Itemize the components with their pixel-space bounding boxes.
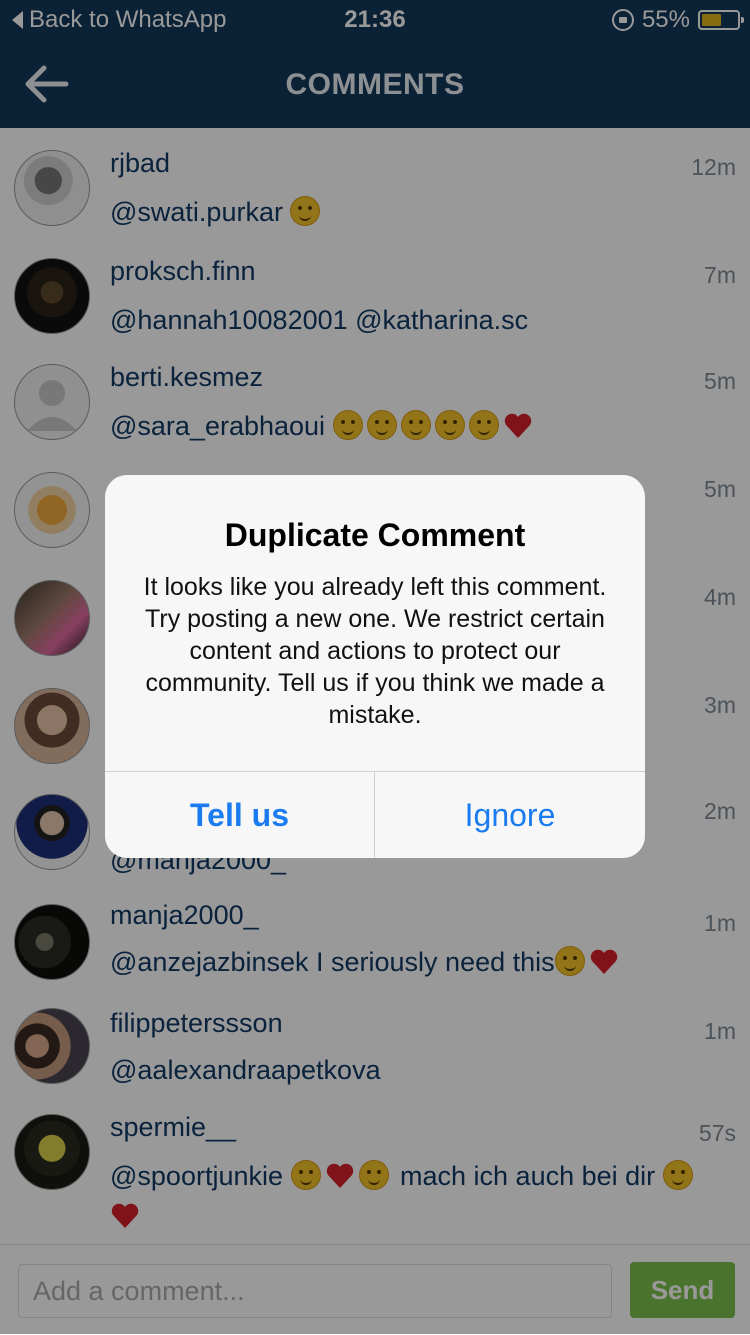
tell-us-button[interactable]: Tell us <box>105 772 374 858</box>
dialog-title: Duplicate Comment <box>224 517 526 553</box>
dialog-message: It looks like you already left this comm… <box>143 573 607 729</box>
ignore-button[interactable]: Ignore <box>375 772 645 858</box>
duplicate-comment-dialog: Duplicate Comment It looks like you alre… <box>105 475 645 858</box>
